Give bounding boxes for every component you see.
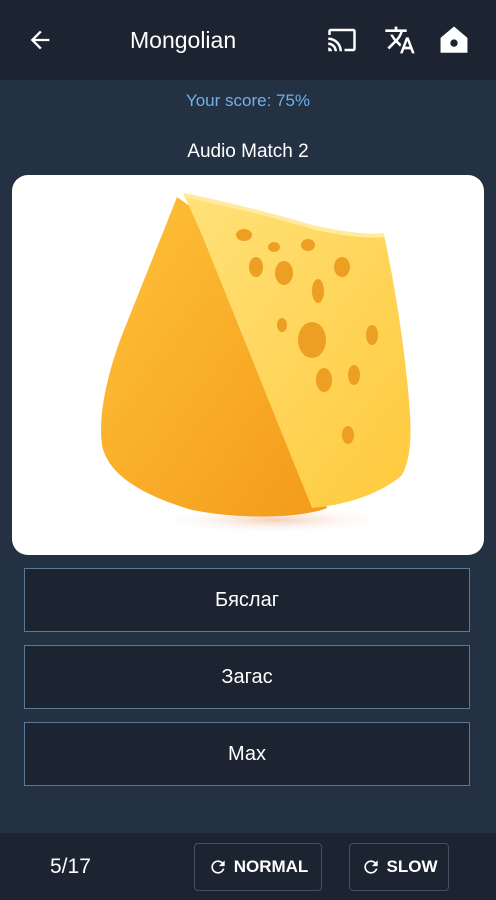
app-title: Mongolian [130,27,237,53]
replay-icon [361,857,381,877]
cast-icon[interactable] [322,20,362,60]
translate-icon[interactable] [380,20,420,60]
replay-icon [208,857,228,877]
normal-label: NORMAL [233,857,309,876]
slow-speed-button[interactable]: SLOW [349,843,449,891]
answer-option-1[interactable]: Бяслаг [24,568,470,632]
score-text: Your score: 75% [185,91,311,110]
bottom-bar: 5/17 NORMAL SLOW [0,833,496,900]
progress-counter: 5/17 [50,855,91,878]
back-arrow-icon[interactable] [20,20,60,60]
answer-option-3[interactable]: Мах [24,722,470,786]
app-bar: Mongolian [0,0,496,80]
question-image [12,175,484,555]
answer-option-2[interactable]: Загас [24,645,470,709]
cheese-image [101,193,411,534]
home-icon[interactable] [434,20,474,60]
quiz-title: Audio Match 2 [187,141,309,162]
slow-label: SLOW [386,857,438,876]
normal-speed-button[interactable]: NORMAL [194,843,322,891]
